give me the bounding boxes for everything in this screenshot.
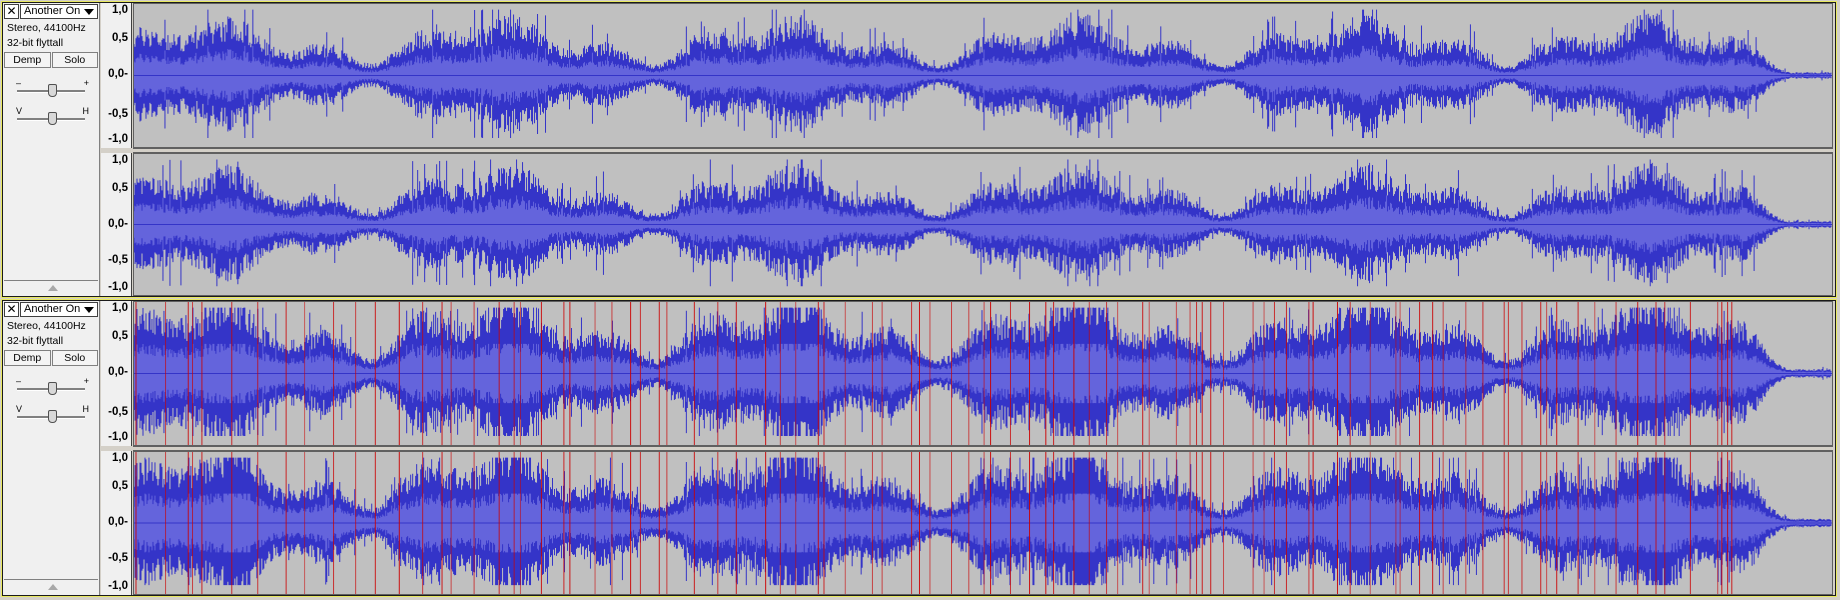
collapse-arrow-icon <box>48 584 58 590</box>
ruler-tick: 1,0 <box>112 154 128 166</box>
gain-max-label: + <box>83 376 89 386</box>
collapse-track-button[interactable] <box>4 579 98 594</box>
vertical-ruler-right-channel: 1,0 0,5 0,0- -0,5 -1,0 <box>101 153 132 296</box>
vertical-ruler-right-channel: 1,0 0,5 0,0- -0,5 -1,0 <box>101 451 132 595</box>
audacity-track-area: ✕ Another On Stereo, 44100Hz 32-bit flyt… <box>0 0 1840 600</box>
waveform-left-channel[interactable] <box>133 3 1833 148</box>
track-format: Stereo, 44100Hz <box>7 320 86 332</box>
mute-button[interactable]: Demp <box>4 350 51 366</box>
ruler-tick: 0,0- <box>108 218 128 230</box>
vertical-ruler-left-channel: 1,0 0,5 0,0- -0,5 -1,0 <box>101 301 132 446</box>
gain-min-label: – <box>16 376 22 386</box>
ruler-tick: 0,5 <box>112 182 128 194</box>
ruler-tick: 0,5 <box>112 32 128 44</box>
dropdown-arrow-icon <box>84 307 94 313</box>
ruler-tick: 0,5 <box>112 330 128 342</box>
ruler-tick: 0,0- <box>108 366 128 378</box>
ruler-tick: 0,0- <box>108 68 128 80</box>
pan-left-label: V <box>16 106 23 116</box>
pan-slider-thumb[interactable] <box>48 112 57 125</box>
audio-track-1[interactable]: ✕ Another On Stereo, 44100Hz 32-bit flyt… <box>1 1 1837 298</box>
waveform-graphic <box>134 302 1832 445</box>
gain-slider-thumb[interactable] <box>48 382 57 395</box>
audio-track-2[interactable]: ✕ Another On Stereo, 44100Hz 32-bit flyt… <box>1 299 1837 597</box>
vertical-ruler-left-channel: 1,0 0,5 0,0- -0,5 -1,0 <box>101 3 132 148</box>
ruler-tick: -1,0 <box>108 580 128 592</box>
track-name: Another On <box>24 5 81 17</box>
collapse-arrow-icon <box>48 285 58 291</box>
ruler-tick: 1,0 <box>112 452 128 464</box>
track-sample-format: 32-bit flyttall <box>7 335 64 347</box>
ruler-tick: -0,5 <box>108 406 128 418</box>
waveform-right-channel[interactable] <box>133 451 1833 595</box>
ruler-tick: -1,0 <box>108 431 128 443</box>
track-control-panel: ✕ Another On Stereo, 44100Hz 32-bit flyt… <box>3 3 100 296</box>
solo-button[interactable]: Solo <box>51 350 98 366</box>
gain-min-label: – <box>16 78 22 88</box>
pan-right-label: H <box>82 404 90 414</box>
track-name: Another On <box>24 303 81 315</box>
track-control-panel: ✕ Another On Stereo, 44100Hz 32-bit flyt… <box>3 301 100 595</box>
ruler-tick: -1,0 <box>108 133 128 145</box>
gain-max-label: + <box>83 78 89 88</box>
ruler-tick: -0,5 <box>108 552 128 564</box>
ruler-tick: 1,0 <box>112 302 128 314</box>
waveform-left-channel[interactable] <box>133 301 1833 446</box>
gain-slider[interactable]: – + <box>13 376 89 395</box>
dropdown-arrow-icon <box>84 9 94 15</box>
ruler-tick: -0,5 <box>108 108 128 120</box>
pan-slider-thumb[interactable] <box>48 410 57 423</box>
track-name-menu-button[interactable]: Another On <box>20 302 98 317</box>
waveform-graphic <box>134 9 1832 139</box>
gain-slider-thumb[interactable] <box>48 84 57 97</box>
track-name-menu-button[interactable]: Another On <box>20 4 98 19</box>
track-format: Stereo, 44100Hz <box>7 22 86 34</box>
gain-slider[interactable]: – + <box>13 78 89 97</box>
ruler-tick: -0,5 <box>108 254 128 266</box>
close-track-icon[interactable]: ✕ <box>4 302 19 317</box>
collapse-track-button[interactable] <box>4 280 98 295</box>
ruler-tick: 0,0- <box>108 516 128 528</box>
pan-left-label: V <box>16 404 23 414</box>
waveform-graphic <box>134 452 1832 594</box>
track-sample-format: 32-bit flyttall <box>7 37 64 49</box>
pan-slider[interactable]: V H <box>13 106 90 125</box>
waveform-right-channel[interactable] <box>133 153 1833 296</box>
ruler-tick: 1,0 <box>112 4 128 16</box>
pan-slider[interactable]: V H <box>13 404 90 423</box>
pan-right-label: H <box>82 106 90 116</box>
ruler-tick: -1,0 <box>108 281 128 293</box>
solo-button[interactable]: Solo <box>51 52 98 68</box>
ruler-tick: 0,5 <box>112 480 128 492</box>
close-track-icon[interactable]: ✕ <box>4 4 19 19</box>
waveform-graphic <box>134 159 1832 287</box>
mute-button[interactable]: Demp <box>4 52 51 68</box>
